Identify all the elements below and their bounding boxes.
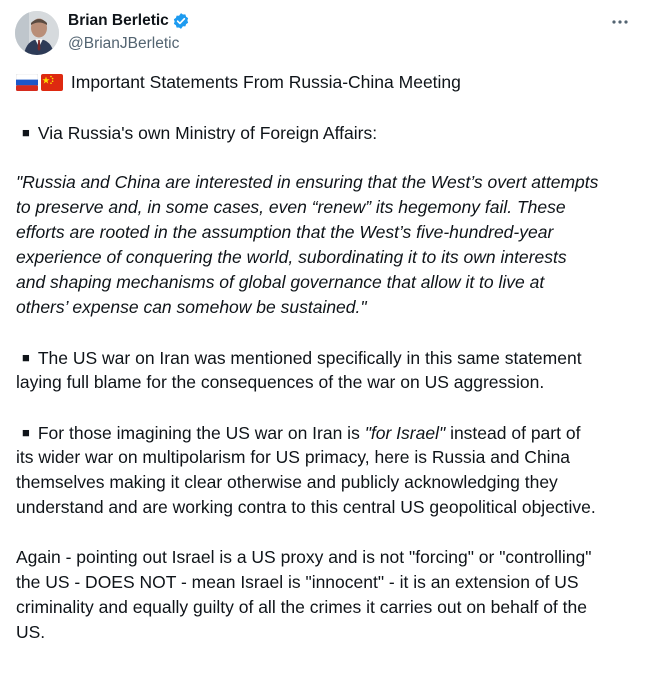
author-name[interactable]: Brian Berletic (68, 12, 169, 30)
paragraph-4-line: US. (16, 622, 46, 642)
bullet-square-icon: ■ (22, 125, 30, 140)
post-title: Important Statements From Russia-China M… (70, 72, 461, 92)
quote-line: "Russia and China are interested in ensu… (16, 172, 599, 192)
bullet-square-icon: ■ (22, 350, 30, 365)
quote-line: and shaping mechanisms of global governa… (16, 272, 545, 292)
avatar-image (15, 11, 59, 55)
quote-line: to preserve and, in some cases, even “re… (16, 197, 566, 217)
quote-line: efforts are rooted in the assumption tha… (16, 222, 554, 242)
quote-line: others’ expense can somehow be sustained… (16, 297, 367, 317)
avatar[interactable] (15, 11, 59, 55)
quote-line: experience of conquering the world, subo… (16, 247, 567, 267)
flag-china-icon (41, 74, 63, 91)
bullet-square-icon: ■ (22, 425, 30, 440)
paragraph-3-line: its wider war on multipolarism for US pr… (16, 447, 571, 467)
tweet: Brian Berletic @BrianJBerletic Important… (0, 0, 648, 676)
paragraph-3-line: themselves making it clear otherwise and… (16, 472, 558, 492)
paragraph-2: ■ The US war on Iran was mentioned specif… (16, 345, 636, 370)
author-handle[interactable]: @BrianJBerletic (68, 35, 179, 53)
paragraph-4-line: the US - DOES NOT - mean Israel is "inno… (16, 572, 579, 592)
flag-russia-icon (16, 74, 38, 91)
paragraph-1: ■ Via Russia's own Ministry of Foreign Af… (16, 120, 636, 145)
for-israel-emphasis: "for Israel" (364, 423, 446, 443)
paragraph-2-line: laying full blame for the consequences o… (16, 372, 545, 392)
verified-badge-icon (172, 12, 190, 30)
paragraph-4-line: criminality and equally guilty of all th… (16, 597, 587, 617)
paragraph-4-line: Again - pointing out Israel is a US prox… (16, 547, 592, 567)
paragraph-3: ■ For those imagining the US war on Iran … (16, 420, 636, 445)
title-line: Important Statements From Russia-China M… (16, 70, 636, 95)
paragraph-3-line: understand and are working contra to thi… (16, 497, 596, 517)
tweet-text: Important Statements From Russia-China M… (16, 70, 636, 645)
more-options-button[interactable] (608, 10, 632, 34)
more-horizontal-icon (612, 20, 628, 24)
